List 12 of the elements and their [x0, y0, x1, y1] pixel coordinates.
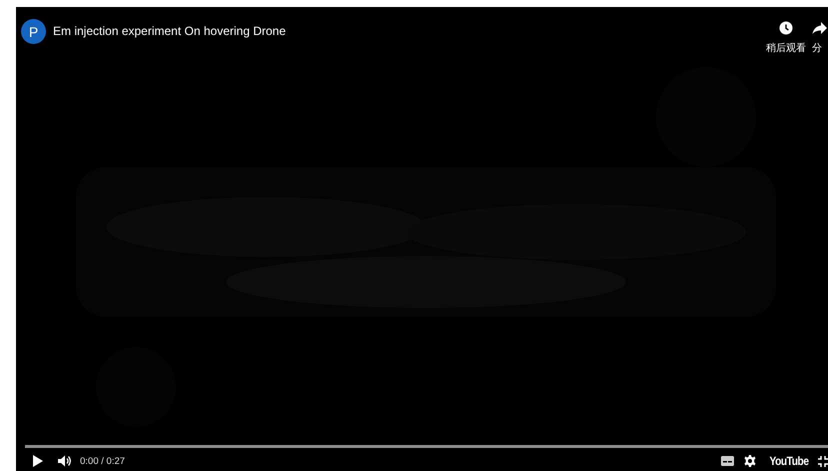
clock-icon — [779, 21, 793, 35]
fullscreen-button[interactable] — [818, 456, 828, 466]
share-icon — [812, 21, 828, 35]
time-display: 0:00 / 0:27 — [80, 456, 125, 466]
youtube-logo[interactable]: YouTube — [769, 454, 809, 468]
play-button[interactable] — [32, 455, 44, 467]
volume-button[interactable] — [58, 455, 72, 467]
settings-button[interactable] — [744, 455, 756, 467]
watch-later-button[interactable]: 稍后观看 — [766, 21, 806, 55]
subtitles-button[interactable] — [720, 456, 734, 466]
share-button[interactable]: 分 — [812, 21, 828, 55]
video-title[interactable]: Em injection experiment On hovering Drone — [53, 24, 766, 38]
